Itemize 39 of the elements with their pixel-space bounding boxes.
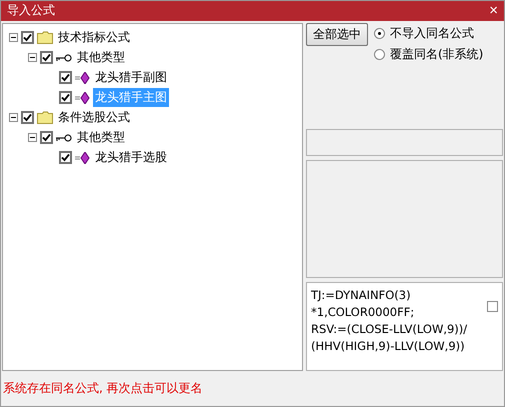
tree-item[interactable]: 技术指标公式	[56, 28, 132, 48]
collapse-icon[interactable]	[28, 133, 37, 142]
radio-button[interactable]	[374, 48, 385, 60]
checkbox[interactable]	[487, 300, 498, 312]
folder-icon	[37, 31, 53, 44]
option-label[interactable]: 覆盖同名(非系统)	[390, 46, 484, 63]
checkbox[interactable]	[21, 31, 34, 44]
checkbox[interactable]	[40, 131, 53, 144]
diamond-icon	[75, 152, 90, 164]
formula-text-area[interactable]: TJ:=DYNAINFO(3) *1,COLOR0000FF; RSV:=(CLOSE-LLV(LOW,9))/ (HHV(HIGH,9)-LLV(LOW,9))	[306, 282, 503, 371]
diamond-icon	[75, 72, 90, 84]
checkbox[interactable]	[59, 151, 72, 164]
checkbox[interactable]	[59, 71, 72, 84]
radio-button[interactable]	[374, 28, 385, 39]
code-line: TJ:=DYNAINFO(3)	[311, 286, 412, 304]
checkbox[interactable]	[40, 51, 53, 64]
folder-icon	[37, 111, 53, 124]
input-field[interactable]	[306, 128, 503, 156]
code-line: *1,COLOR0000FF;	[311, 304, 416, 321]
option-label[interactable]: 不导入同名公式	[390, 24, 474, 42]
tree-item[interactable]: 条件选股公式	[56, 108, 132, 128]
key-icon	[56, 54, 72, 62]
tree-item[interactable]: 龙头猎手副图	[93, 68, 169, 88]
tree-item[interactable]: 龙头猎手选股	[93, 148, 169, 168]
collapse-icon[interactable]	[9, 113, 18, 122]
key-icon	[56, 134, 72, 142]
close-button[interactable]: ×	[489, 3, 498, 18]
status-message: 系统存在同名公式, 再次点击可以更名	[2, 380, 204, 397]
collapse-icon[interactable]	[9, 33, 18, 42]
collapse-icon[interactable]	[28, 53, 37, 62]
select-all-button[interactable]: 全部选中	[306, 22, 368, 46]
diamond-icon	[75, 92, 90, 104]
checkbox[interactable]	[59, 91, 72, 104]
tree-item[interactable]: 其他类型	[75, 128, 127, 148]
window-title: 导入公式	[7, 2, 55, 20]
code-line: RSV:=(CLOSE-LLV(LOW,9))/	[311, 320, 468, 338]
code-line: (HHV(HIGH,9)-LLV(LOW,9))	[311, 338, 466, 355]
tree-item[interactable]: 其他类型	[75, 48, 127, 68]
checkbox[interactable]	[21, 111, 34, 124]
